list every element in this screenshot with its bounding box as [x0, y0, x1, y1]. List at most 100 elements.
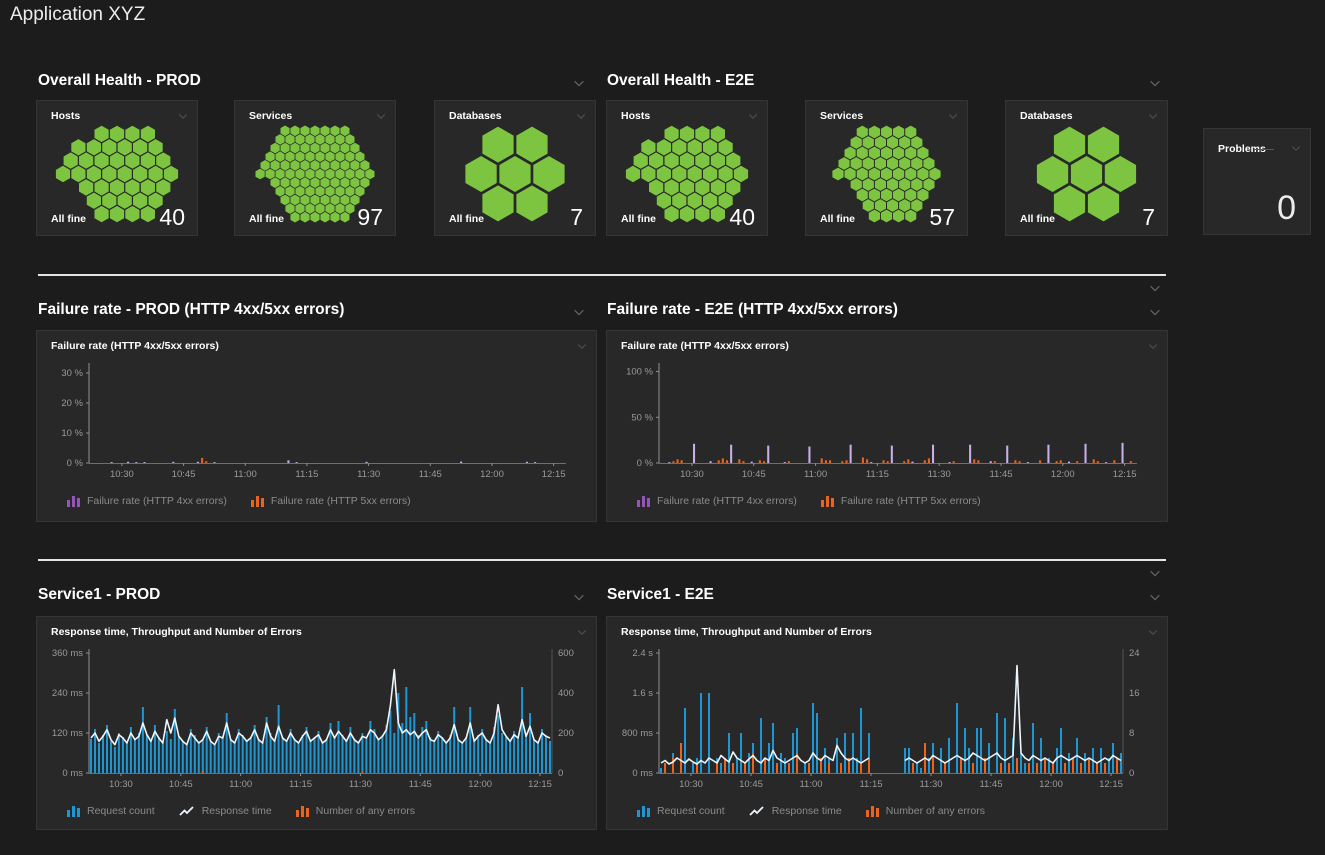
legend-label: Number of any errors [886, 805, 985, 817]
legend-item[interactable]: Request count [67, 805, 155, 817]
legend-item[interactable]: Failure rate (HTTP 5xx errors) [251, 495, 411, 507]
chevron-down-icon[interactable] [1147, 109, 1159, 121]
svg-text:11:00: 11:00 [234, 469, 257, 480]
chevron-down-icon[interactable] [375, 109, 387, 121]
svg-text:10:30: 10:30 [680, 469, 704, 480]
svg-text:0: 0 [558, 768, 563, 779]
chart-legend: Request count Response time Number of any … [67, 805, 415, 817]
svg-text:11:15: 11:15 [295, 469, 318, 480]
svg-text:11:45: 11:45 [989, 469, 1012, 480]
legend-item[interactable]: Failure rate (HTTP 4xx errors) [637, 495, 797, 507]
bars-legend-icon [296, 806, 309, 817]
failure-rate-prod-tile[interactable]: Failure rate (HTTP 4xx/5xx errors) 0 % 10… [36, 330, 597, 522]
legend-item[interactable]: Failure rate (HTTP 5xx errors) [821, 495, 981, 507]
chevron-down-icon[interactable] [1148, 305, 1162, 319]
chart-title: Response time, Throughput and Number of … [621, 626, 872, 638]
svg-text:50 %: 50 % [631, 412, 653, 423]
tile-label: Services [249, 110, 292, 122]
chevron-down-icon[interactable] [572, 305, 586, 319]
svg-text:10:45: 10:45 [169, 779, 193, 790]
tile-label: Hosts [621, 110, 650, 122]
failure-rate-e2e-tile[interactable]: Failure rate (HTTP 4xx/5xx errors) 0 %50… [606, 330, 1168, 522]
health-tile-databases-e2e[interactable]: Databases All fine 7 [1005, 100, 1168, 236]
chevron-down-icon[interactable] [576, 339, 588, 351]
svg-text:0 %: 0 % [67, 458, 84, 469]
chevron-down-icon[interactable] [1148, 281, 1162, 295]
health-tile-hosts-prod[interactable]: Hosts All fine 40 [36, 100, 198, 236]
svg-text:12:15: 12:15 [1099, 779, 1123, 790]
svg-text:10:45: 10:45 [742, 469, 766, 480]
chevron-down-icon[interactable] [947, 109, 959, 121]
svg-text:100 %: 100 % [626, 367, 653, 378]
entity-count: 97 [357, 204, 383, 231]
service_prod-svg: 0 ms120 ms240 ms360 ms020040060010:3010:… [37, 645, 596, 803]
chevron-down-icon[interactable] [1290, 141, 1302, 153]
failure_prod-svg: 0 %10 %20 %30 %10:3010:4511:0011:1511:30… [37, 359, 596, 493]
section-header-overall-health-prod: Overall Health - PROD [38, 72, 201, 90]
svg-text:8: 8 [1129, 728, 1134, 739]
svg-text:12:15: 12:15 [1113, 469, 1137, 480]
legend-item[interactable]: Number of any errors [866, 805, 985, 817]
chevron-down-icon[interactable] [575, 109, 587, 121]
problems-count: 0 [1277, 189, 1296, 228]
legend-label: Request count [657, 805, 725, 817]
section-divider [38, 559, 1166, 561]
tile-label: Hosts [51, 110, 80, 122]
chevron-down-icon[interactable] [572, 76, 586, 90]
tile-label: Databases [1020, 110, 1073, 122]
dashboard: Application XYZ Overall Health - PROD Ov… [0, 0, 1325, 855]
legend-item[interactable]: Failure rate (HTTP 4xx errors) [67, 495, 227, 507]
service1-e2e-chart[interactable]: 0 ms800 ms1.6 s2.4 s08162410:3010:4511:0… [607, 645, 1167, 803]
chevron-down-icon[interactable] [1147, 339, 1159, 351]
chevron-down-icon[interactable] [177, 109, 189, 121]
page-title: Application XYZ [10, 4, 145, 26]
section-divider [38, 274, 1166, 276]
chevron-down-icon[interactable] [576, 625, 588, 637]
chart-title: Failure rate (HTTP 4xx/5xx errors) [51, 340, 219, 352]
chevron-down-icon[interactable] [747, 109, 759, 121]
chevron-down-icon[interactable] [572, 590, 586, 604]
failure-rate-e2e-chart[interactable]: 0 %50 %100 %10:3010:4511:0011:1511:3011:… [607, 359, 1167, 493]
svg-text:12:00: 12:00 [1051, 469, 1075, 480]
section-header-failure-prod: Failure rate - PROD (HTTP 4xx/5xx errors… [38, 301, 344, 319]
line-legend-icon [749, 806, 765, 817]
service1-prod-chart[interactable]: 0 ms120 ms240 ms360 ms020040060010:3010:… [37, 645, 596, 803]
svg-text:0: 0 [1129, 768, 1134, 779]
legend-label: Failure rate (HTTP 4xx errors) [87, 495, 227, 507]
svg-text:0 ms: 0 ms [632, 768, 653, 779]
health-tile-hosts-e2e[interactable]: Hosts All fine 40 [606, 100, 768, 236]
health-hex-cluster [445, 125, 585, 223]
service1-prod-tile[interactable]: Response time, Throughput and Number of … [36, 616, 597, 830]
chevron-down-icon[interactable] [1148, 566, 1162, 580]
chevron-down-icon[interactable] [1148, 76, 1162, 90]
legend-item[interactable]: Number of any errors [296, 805, 415, 817]
svg-text:200: 200 [558, 728, 574, 739]
chevron-down-icon[interactable] [1147, 625, 1159, 637]
legend-item[interactable]: Response time [749, 805, 842, 817]
failure-rate-prod-chart[interactable]: 0 %10 %20 %30 %10:3010:4511:0011:1511:30… [37, 359, 596, 493]
svg-text:12:15: 12:15 [528, 779, 552, 790]
chart-title: Response time, Throughput and Number of … [51, 626, 302, 638]
legend-label: Response time [202, 805, 272, 817]
status-text: All fine [449, 213, 484, 225]
status-text: All fine [249, 213, 284, 225]
svg-text:11:00: 11:00 [229, 779, 252, 790]
service1-e2e-tile[interactable]: Response time, Throughput and Number of … [606, 616, 1168, 830]
health-tile-services-e2e[interactable]: Services All fine 57 [805, 100, 968, 236]
chevron-down-icon[interactable] [1148, 590, 1162, 604]
svg-text:11:45: 11:45 [979, 779, 1002, 790]
legend-item[interactable]: Request count [637, 805, 725, 817]
legend-item[interactable]: Response time [179, 805, 272, 817]
svg-text:800 ms: 800 ms [622, 728, 653, 739]
svg-text:0 %: 0 % [637, 458, 654, 469]
svg-text:11:15: 11:15 [866, 469, 889, 480]
svg-text:11:30: 11:30 [928, 469, 951, 480]
svg-text:16: 16 [1129, 688, 1140, 699]
svg-text:30 %: 30 % [61, 368, 83, 379]
health-tile-services-prod[interactable]: Services All fine 97 [234, 100, 396, 236]
svg-text:10:30: 10:30 [679, 779, 703, 790]
svg-text:10 %: 10 % [61, 428, 83, 439]
health-tile-databases-prod[interactable]: Databases All fine 7 [434, 100, 596, 236]
status-text: All fine [621, 213, 656, 225]
problems-tile[interactable]: Problems 0 [1203, 128, 1311, 235]
